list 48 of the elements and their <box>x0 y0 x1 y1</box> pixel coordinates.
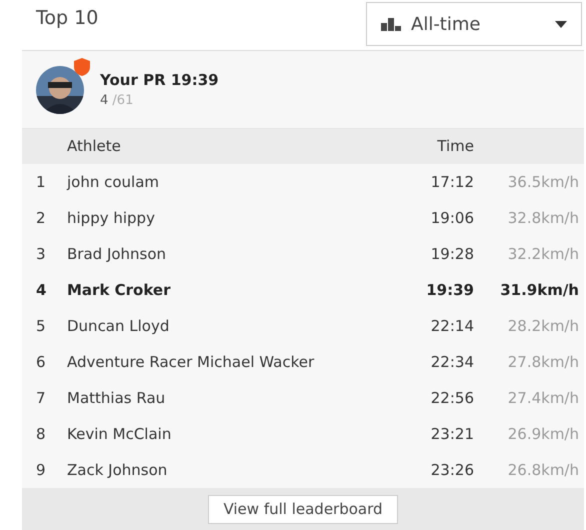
personal-record: Your PR 19:39 <box>100 70 219 90</box>
athlete-name: Zack Johnson <box>67 460 168 479</box>
bar-chart-icon <box>381 17 403 31</box>
speed-cell: 27.4km/h <box>508 388 579 407</box>
athlete-name: hippy hippy <box>67 208 155 227</box>
time-cell: 23:26 <box>430 460 474 479</box>
speed-cell: 36.5km/h <box>508 172 579 191</box>
rank-cell: 6 <box>36 352 46 371</box>
speed-cell: 32.8km/h <box>508 208 579 227</box>
rank-cell: 1 <box>36 172 46 191</box>
column-header: Athlete <box>67 137 121 156</box>
athlete-name: john coulam <box>67 172 160 191</box>
time-cell: 17:12 <box>430 172 474 191</box>
rank-cell: 5 <box>36 316 46 335</box>
caret-icon <box>555 20 567 28</box>
athlete-name: Brad Johnson <box>67 244 166 263</box>
avatar-icon <box>36 66 84 114</box>
speed-cell: 26.9km/h <box>508 424 579 443</box>
total-count: /61 <box>112 93 134 108</box>
rank-cell: 3 <box>36 244 46 263</box>
speed-cell: 26.8km/h <box>508 460 579 479</box>
time-cell: 19:39 <box>426 280 474 299</box>
speed-cell: 32.2km/h <box>508 244 579 263</box>
rank-cell: 2 <box>36 208 46 227</box>
rank-cell: 8 <box>36 424 46 443</box>
speed-cell: 28.2km/h <box>508 316 579 335</box>
rank-cell: 4 <box>36 280 46 299</box>
athlete-name: Mark Croker <box>67 280 170 299</box>
athlete-name: Duncan Lloyd <box>67 316 170 335</box>
athlete-name: Kevin McClain <box>67 424 172 443</box>
rank-cell: 7 <box>36 388 46 407</box>
speed-cell: 31.9km/h <box>500 280 579 299</box>
column-header: Time <box>437 137 474 156</box>
time-cell: 23:21 <box>430 424 474 443</box>
shield-icon <box>74 58 90 76</box>
time-cell: 19:28 <box>430 244 474 263</box>
time-cell: 22:34 <box>430 352 474 371</box>
view-leaderboard-button[interactable]: View full leaderboard <box>208 495 398 524</box>
time-cell: 22:56 <box>430 388 474 407</box>
time-cell: 22:14 <box>430 316 474 335</box>
time-cell: 19:06 <box>430 208 474 227</box>
time-filter-dropdown[interactable]: All-time <box>366 2 582 46</box>
leaderboard-title: Top 10 <box>36 6 98 31</box>
rank: 4 <box>100 93 108 108</box>
speed-cell: 27.8km/h <box>508 352 579 371</box>
rank-cell: 9 <box>36 460 46 479</box>
athlete-name: Adventure Racer Michael Wacker <box>67 352 314 371</box>
athlete-name: Matthias Rau <box>67 388 166 407</box>
